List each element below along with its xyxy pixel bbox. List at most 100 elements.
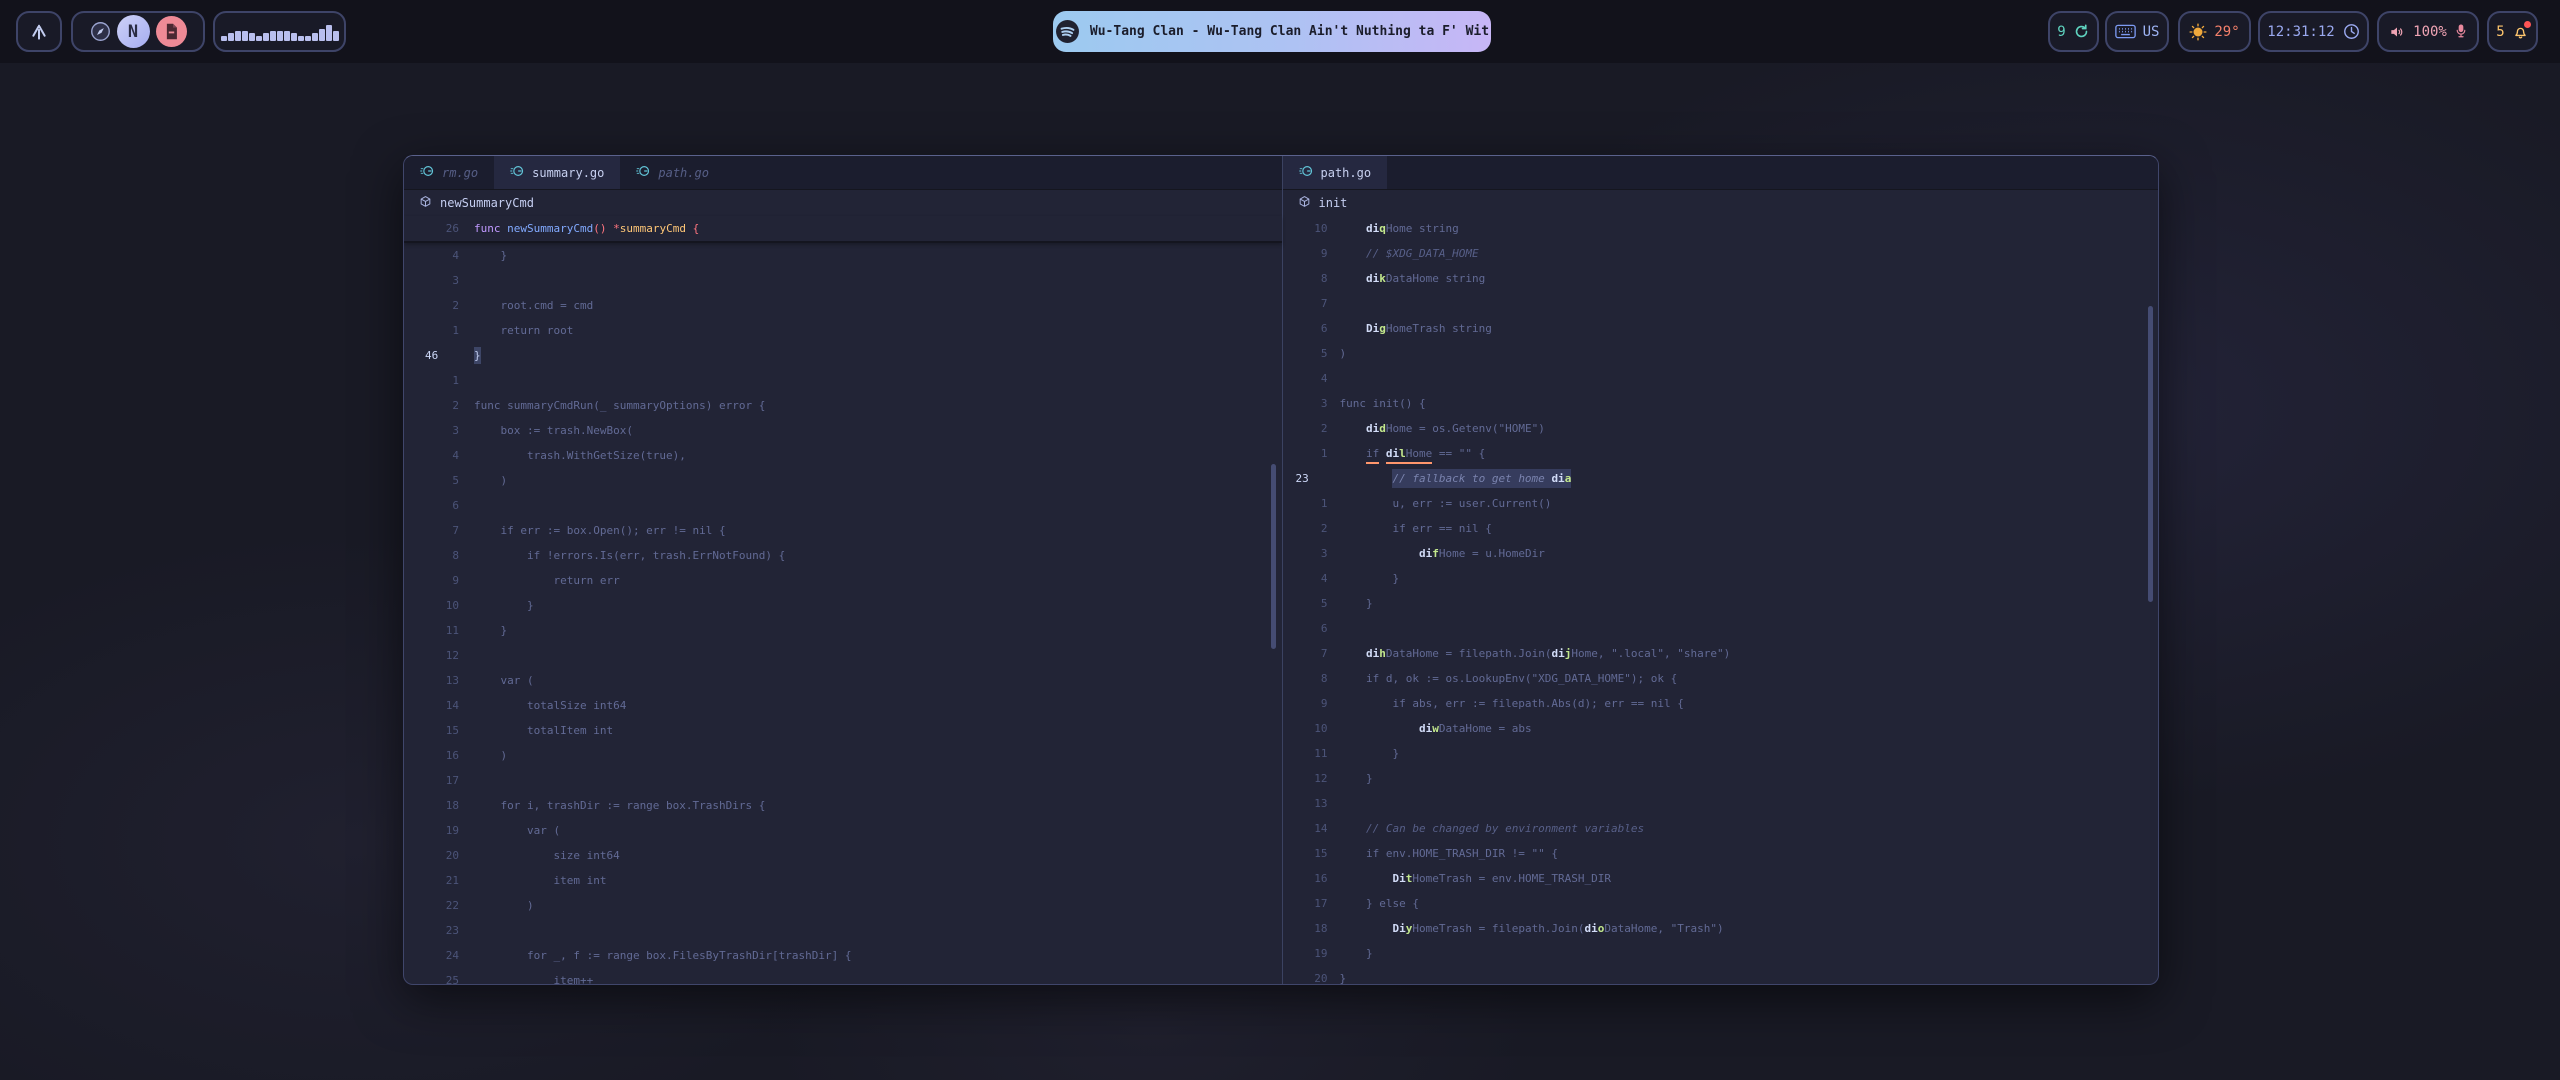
code-line[interactable]: 8 dikDataHome string — [1283, 266, 2159, 291]
code-line[interactable]: 10 } — [404, 593, 1282, 618]
tab-path.go[interactable]: path.go — [620, 156, 725, 189]
tab-bar-right: path.go — [1283, 156, 2159, 190]
code-line[interactable]: 23 // fallback to get home dia — [1283, 466, 2159, 491]
bell-icon[interactable] — [2512, 23, 2529, 40]
tab-path.go[interactable]: path.go — [1283, 156, 1388, 189]
notifications-widget[interactable]: 5 — [2487, 11, 2538, 52]
code-line[interactable]: 13 — [1283, 791, 2159, 816]
code-line[interactable]: 12 — [404, 643, 1282, 668]
code-line[interactable]: 2 root.cmd = cmd — [404, 293, 1282, 318]
code-line[interactable]: 6 — [1283, 616, 2159, 641]
code-line[interactable]: 19 } — [1283, 941, 2159, 966]
code-line[interactable]: 22 ) — [404, 893, 1282, 918]
code-line[interactable]: 9 // $XDG_DATA_HOME — [1283, 241, 2159, 266]
scrollbar-thumb-left[interactable] — [1271, 464, 1276, 649]
weather-widget[interactable]: 29° — [2178, 11, 2251, 52]
code-line[interactable]: 1 if dilHome == "" { — [1283, 441, 2159, 466]
code-line[interactable]: 4 } — [1283, 566, 2159, 591]
code-line[interactable]: 24 for _, f := range box.FilesByTrashDir… — [404, 943, 1282, 968]
clock-widget[interactable]: 12:31:12 — [2258, 11, 2369, 52]
code-line[interactable]: 7 if err := box.Open(); err != nil { — [404, 518, 1282, 543]
breadcrumb-left[interactable]: newSummaryCmd — [404, 190, 1282, 216]
code-line[interactable]: 3 box := trash.NewBox( — [404, 418, 1282, 443]
code-line[interactable]: 9 return err — [404, 568, 1282, 593]
code-line[interactable]: 10 diqHome string — [1283, 216, 2159, 241]
code-line[interactable]: 23 — [404, 918, 1282, 943]
code-area-left[interactable]: 4 } 3 2 root.cmd = cmd1 return root46}12fu… — [404, 243, 1282, 984]
code-line[interactable]: 20 size int64 — [404, 843, 1282, 868]
line-number: 3 — [404, 274, 459, 287]
code-line[interactable]: 11 } — [404, 618, 1282, 643]
updates-widget[interactable]: 9 — [2048, 11, 2099, 52]
code-line[interactable]: 3 — [404, 268, 1282, 293]
code-line[interactable]: 8 if d, ok := os.LookupEnv("XDG_DATA_HOM… — [1283, 666, 2159, 691]
editor-pane-right[interactable]: path.go init 10 diqHome string9 // $XDG_… — [1282, 156, 2159, 984]
breadcrumb-right[interactable]: init — [1283, 190, 2159, 216]
keyboard-layout-widget[interactable]: US — [2105, 11, 2169, 52]
browser-app-icon[interactable] — [90, 21, 111, 42]
code-line[interactable]: 3 difHome = u.HomeDir — [1283, 541, 2159, 566]
code-line[interactable]: 11 } — [1283, 741, 2159, 766]
code-line[interactable]: 18 DiyHomeTrash = filepath.Join(dioDataH… — [1283, 916, 2159, 941]
code-line[interactable]: 6 — [404, 493, 1282, 518]
code-line[interactable]: 3func init() { — [1283, 391, 2159, 416]
tab-rm.go[interactable]: rm.go — [404, 156, 494, 189]
code-line[interactable]: 19 var ( — [404, 818, 1282, 843]
code-line[interactable]: 6 DigHomeTrash string — [1283, 316, 2159, 341]
editor-window: rm.gosummary.gopath.go newSummaryCmd 26f… — [403, 155, 2159, 985]
code-line[interactable]: 2 if err == nil { — [1283, 516, 2159, 541]
editor-pane-left[interactable]: rm.gosummary.gopath.go newSummaryCmd 26f… — [404, 156, 1282, 984]
neovim-app-icon[interactable]: N — [117, 15, 150, 48]
sticky-context-line[interactable]: 26func newSummaryCmd() *summaryCmd { — [404, 216, 1282, 243]
code-line[interactable]: 17 } else { — [1283, 891, 2159, 916]
code-line[interactable]: 4 trash.WithGetSize(true), — [404, 443, 1282, 468]
code-text: var ( — [474, 824, 560, 837]
code-line[interactable]: 12 } — [1283, 766, 2159, 791]
code-line[interactable]: 15 if env.HOME_TRASH_DIR != "" { — [1283, 841, 2159, 866]
code-line[interactable]: 2 didHome = os.Getenv("HOME") — [1283, 416, 2159, 441]
code-line[interactable]: 4 — [1283, 366, 2159, 391]
tab-summary.go[interactable]: summary.go — [494, 156, 620, 189]
line-number: 26 — [404, 222, 459, 235]
code-line[interactable]: 46} — [404, 343, 1282, 368]
code-line[interactable]: 17 — [404, 768, 1282, 793]
code-line[interactable]: 1 — [404, 368, 1282, 393]
line-number: 9 — [1283, 697, 1328, 710]
code-line[interactable]: 1 u, err := user.Current() — [1283, 491, 2159, 516]
code-line[interactable]: 5 } — [1283, 591, 2159, 616]
code-line[interactable]: 16 ) — [404, 743, 1282, 768]
now-playing-widget[interactable]: Wu-Tang Clan - Wu-Tang Clan Ain't Nuthin… — [1053, 11, 1491, 52]
code-line[interactable]: 20} — [1283, 966, 2159, 984]
code-line[interactable]: 15 totalItem int — [404, 718, 1282, 743]
code-line[interactable]: 21 item int — [404, 868, 1282, 893]
code-text: item++ — [474, 974, 593, 984]
code-line[interactable]: 5) — [1283, 341, 2159, 366]
code-text: return root — [474, 324, 573, 337]
code-line[interactable]: 13 var ( — [404, 668, 1282, 693]
code-line[interactable]: 10 diwDataHome = abs — [1283, 716, 2159, 741]
line-number: 8 — [1283, 272, 1328, 285]
app-launcher-button[interactable] — [16, 11, 62, 52]
code-line[interactable]: 14 totalSize int64 — [404, 693, 1282, 718]
code-line[interactable]: 7 — [1283, 291, 2159, 316]
code-line[interactable]: 4 } — [404, 243, 1282, 268]
code-line[interactable]: 2func summaryCmdRun(_ summaryOptions) er… — [404, 393, 1282, 418]
code-area-right[interactable]: 10 diqHome string9 // $XDG_DATA_HOME8 di… — [1283, 216, 2159, 984]
code-line[interactable]: 18 for i, trashDir := range box.TrashDir… — [404, 793, 1282, 818]
code-line[interactable]: 9 if abs, err := filepath.Abs(d); err ==… — [1283, 691, 2159, 716]
code-line[interactable]: 7 dihDataHome = filepath.Join(dijHome, "… — [1283, 641, 2159, 666]
file-manager-app-icon[interactable] — [156, 16, 187, 47]
running-apps-tray: N — [71, 11, 205, 52]
line-number: 9 — [404, 574, 459, 587]
line-number: 15 — [1283, 847, 1328, 860]
code-line[interactable]: 14 // Can be changed by environment vari… — [1283, 816, 2159, 841]
code-line[interactable]: 5 ) — [404, 468, 1282, 493]
code-line[interactable]: 8 if !errors.Is(err, trash.ErrNotFound) … — [404, 543, 1282, 568]
code-line[interactable]: 16 DitHomeTrash = env.HOME_TRASH_DIR — [1283, 866, 2159, 891]
code-line[interactable]: 25 item++ — [404, 968, 1282, 984]
scrollbar-thumb-right[interactable] — [2148, 306, 2153, 602]
audio-widget[interactable]: 100% — [2377, 11, 2479, 52]
code-line[interactable]: 1 return root — [404, 318, 1282, 343]
code-text: root.cmd = cmd — [474, 299, 593, 312]
code-text: } — [1340, 772, 1373, 785]
